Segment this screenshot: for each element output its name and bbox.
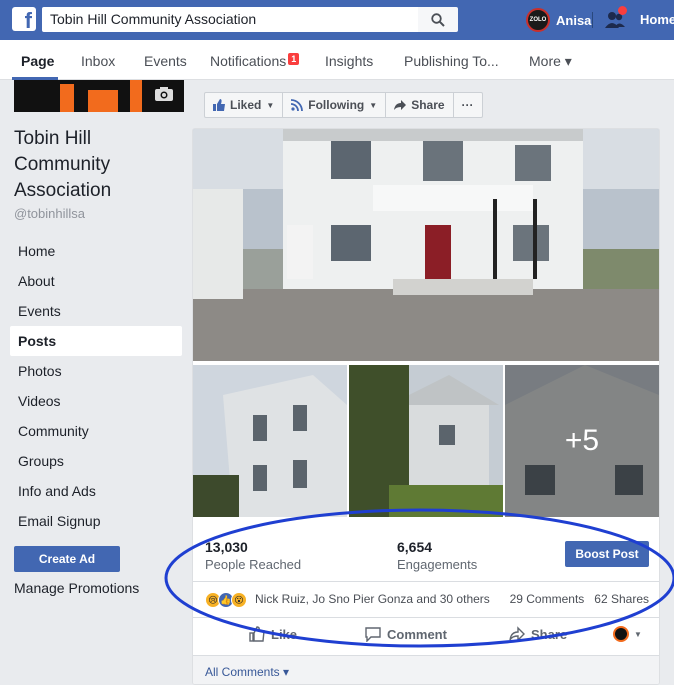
liked-button[interactable]: Liked ▼ (204, 92, 284, 118)
sidebar-item-email-signup[interactable]: Email Signup (10, 506, 182, 536)
share-page-button[interactable]: Share (385, 92, 454, 118)
post-as-selector[interactable]: ▼ (613, 626, 642, 642)
user-profile-link[interactable]: ZOLO Anisa (526, 8, 591, 32)
engagements-value: 6,654 (397, 539, 433, 555)
sidebar-item-groups[interactable]: Groups (10, 446, 182, 476)
people-reached-label: People Reached (205, 557, 302, 572)
avatar: ZOLO (526, 8, 550, 32)
cover-graphic-bar (88, 90, 118, 112)
camera-icon[interactable] (154, 86, 174, 102)
tab-page[interactable]: Page (21, 53, 54, 69)
top-navigation-bar: f Tobin Hill Community Association ZOLO … (0, 0, 674, 40)
share-label: Share (411, 98, 445, 112)
thumbs-up-icon (249, 626, 265, 642)
tab-notifications-label: Notifications (210, 53, 287, 69)
like-button[interactable]: Like (249, 626, 297, 642)
engagements-label: Engagements (397, 557, 478, 572)
manage-promotions-link[interactable]: Manage Promotions (14, 580, 139, 596)
topbar-divider (592, 12, 593, 28)
search-button[interactable] (418, 7, 458, 32)
right-column-edge (662, 80, 674, 685)
more-dots-icon: ··· (461, 98, 474, 112)
tab-inbox[interactable]: Inbox (81, 53, 115, 69)
page-title: Tobin Hill Community Association (14, 126, 184, 204)
photo-house-tree (349, 365, 503, 517)
post-thumbnail-3[interactable]: +5 (505, 365, 659, 517)
more-photos-overlay[interactable]: +5 (505, 365, 659, 517)
liked-label: Liked (230, 98, 262, 112)
sidebar-item-videos[interactable]: Videos (10, 386, 182, 416)
comment-button[interactable]: Comment (365, 626, 447, 642)
reactions-row: 😢 👍 😮 Nick Ruiz, Jo Sno Pier Gonza and 3… (193, 581, 659, 615)
tab-more[interactable]: More ▾ (529, 53, 572, 70)
comment-icon (365, 627, 381, 642)
user-name: Anisa (556, 12, 592, 28)
page-title-line: Tobin Hill (14, 128, 92, 149)
following-label: Following (308, 98, 365, 112)
search-input[interactable]: Tobin Hill Community Association (42, 7, 418, 32)
rss-icon (291, 99, 304, 111)
chevron-down-icon: ▼ (634, 629, 642, 639)
page-tabs-bar: Page Inbox Events Notifications 1 Insight… (0, 40, 674, 80)
comment-label: Comment (387, 626, 447, 642)
share-arrow-icon (509, 626, 525, 642)
sidebar-item-about[interactable]: About (10, 266, 182, 296)
comment-share-counts: 29 Comments 62 Shares (510, 592, 649, 606)
tab-events[interactable]: Events (144, 53, 187, 69)
page-action-buttons: Liked ▼ Following ▼ Share ··· (204, 92, 483, 118)
chevron-down-icon: ▼ (266, 100, 275, 110)
wow-reaction-icon: 😮 (231, 592, 247, 608)
sidebar-item-posts[interactable]: Posts (10, 326, 182, 356)
create-ad-button[interactable]: Create Ad (14, 546, 120, 572)
sidebar-item-home[interactable]: Home (10, 236, 182, 266)
post-thumbnail-2[interactable] (349, 365, 503, 517)
shares-count[interactable]: 62 Shares (594, 592, 649, 606)
people-reached-value: 13,030 (205, 539, 248, 555)
sidebar-item-events[interactable]: Events (10, 296, 182, 326)
tab-notifications[interactable]: Notifications 1 (210, 53, 300, 69)
post-action-bar: Like Comment Share ▼ (193, 617, 659, 653)
page-avatar-icon (613, 626, 629, 642)
sidebar-item-community[interactable]: Community (10, 416, 182, 446)
facebook-logo-icon[interactable]: f (12, 7, 36, 31)
post-card: +5 13,030 People Reached 6,654 Engagemen… (192, 128, 660, 685)
boost-post-button[interactable]: Boost Post (565, 541, 649, 567)
like-label: Like (271, 626, 298, 642)
post-insights-stats: 13,030 People Reached 6,654 Engagements … (193, 529, 659, 579)
search-icon (431, 12, 445, 27)
thumbs-up-icon (213, 99, 225, 111)
more-options-button[interactable]: ··· (452, 92, 483, 118)
notification-dot (618, 6, 627, 15)
comments-filter-bar: All Comments ▾ (193, 655, 659, 684)
home-link[interactable]: Home (640, 12, 674, 27)
page-title-line: Community (14, 154, 111, 175)
comments-count[interactable]: 29 Comments (510, 592, 585, 606)
share-post-label: Share (531, 626, 568, 642)
post-thumbnail-1[interactable] (193, 365, 347, 517)
profile-cover-thumbnail[interactable] (14, 80, 184, 112)
cover-graphic-bar (130, 80, 142, 112)
all-comments-dropdown[interactable]: All Comments ▾ (205, 665, 289, 679)
notification-badge: 1 (288, 53, 300, 65)
sidebar-nav: Home About Events Posts Photos Videos Co… (10, 236, 182, 536)
tab-publishing-tools[interactable]: Publishing To... (404, 53, 499, 69)
photo-house-side (193, 365, 347, 517)
tab-insights[interactable]: Insights (325, 53, 373, 69)
page-title-line: Association (14, 180, 112, 201)
reaction-icons[interactable]: 😢 👍 😮 (205, 592, 247, 608)
post-main-photo[interactable] (193, 129, 659, 361)
sidebar-item-photos[interactable]: Photos (10, 356, 182, 386)
share-arrow-icon (394, 100, 407, 110)
chevron-down-icon: ▼ (369, 100, 378, 110)
cover-graphic-bar (60, 84, 74, 112)
page-handle[interactable]: @tobinhillsa (14, 206, 85, 221)
sidebar-item-info-and-ads[interactable]: Info and Ads (10, 476, 182, 506)
following-button[interactable]: Following ▼ (282, 92, 387, 118)
share-post-button[interactable]: Share (509, 626, 567, 642)
reaction-names[interactable]: Nick Ruiz, Jo Sno Pier Gonza and 30 othe… (255, 592, 490, 606)
